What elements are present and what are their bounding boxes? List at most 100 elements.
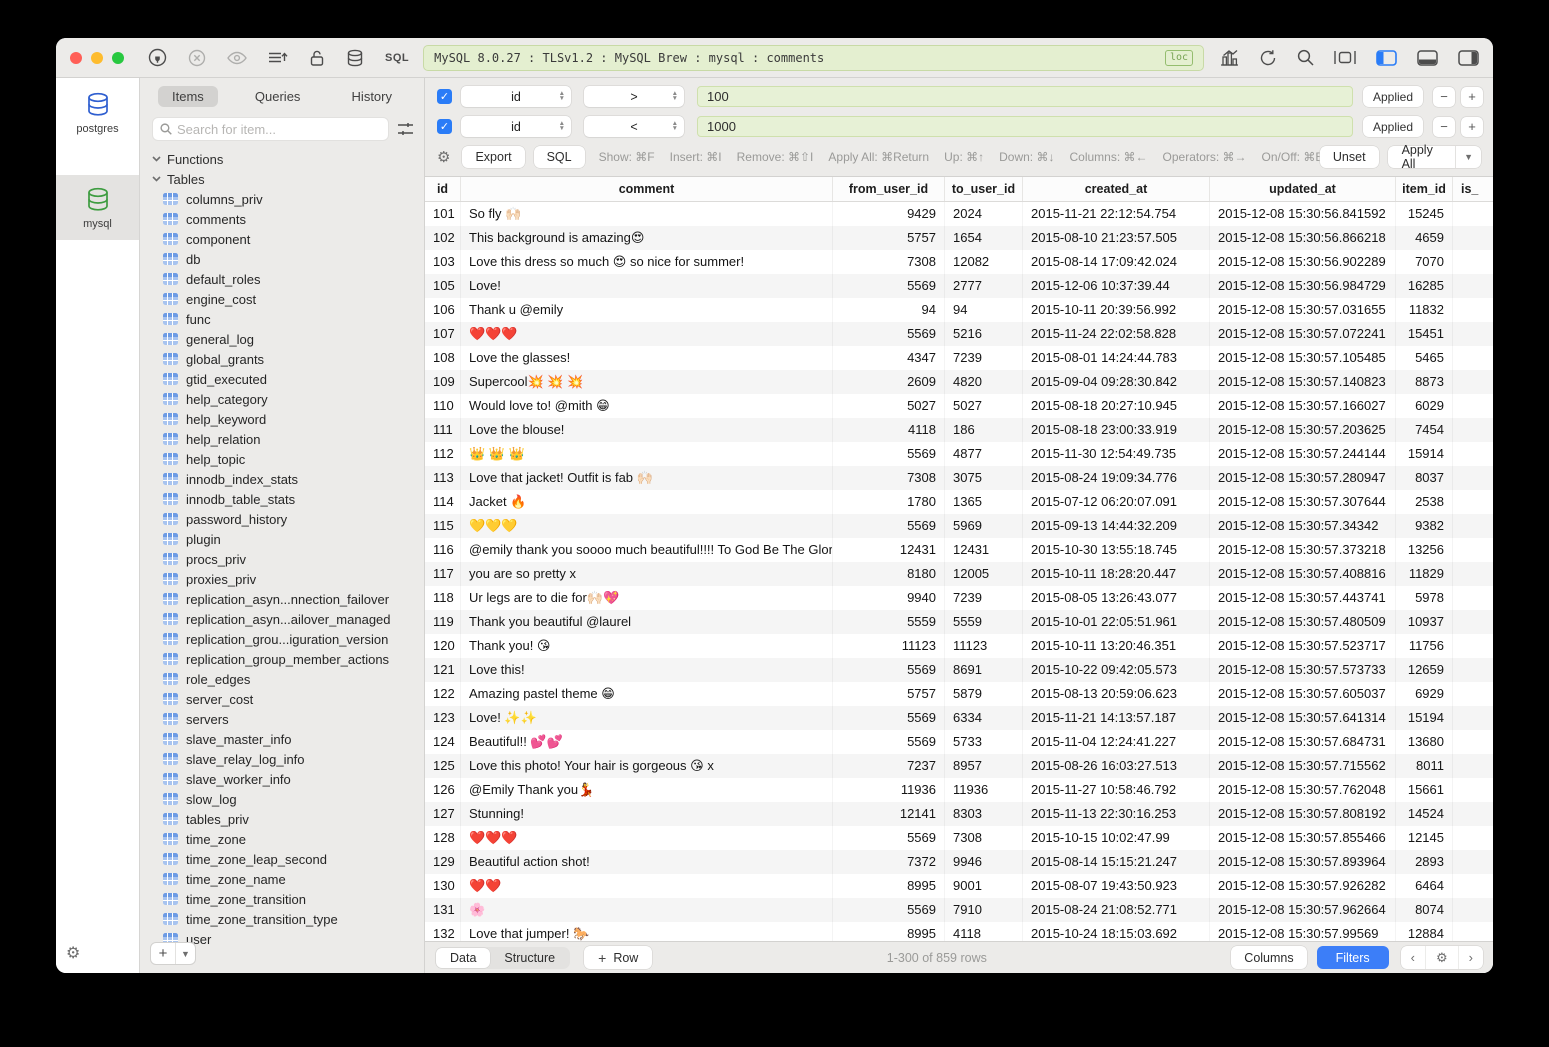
cell-updated-at[interactable]: 2015-12-08 15:30:57.280947 — [1210, 466, 1396, 490]
table-list-item[interactable]: help_topic — [140, 449, 424, 469]
cell-from-user-id[interactable]: 11936 — [833, 778, 945, 802]
tab-items[interactable]: Items — [158, 86, 218, 107]
tree-group-functions[interactable]: Functions — [140, 149, 424, 169]
table-list-item[interactable]: replication_grou...iguration_version — [140, 629, 424, 649]
table-row[interactable]: 110 Would love to! @mith 😁 5027 5027 201… — [425, 394, 1493, 418]
cell-from-user-id[interactable]: 5569 — [833, 442, 945, 466]
cell-from-user-id[interactable]: 5569 — [833, 274, 945, 298]
cell-item-id[interactable]: 7070 — [1396, 250, 1453, 274]
cell-updated-at[interactable]: 2015-12-08 15:30:57.307644 — [1210, 490, 1396, 514]
table-list-item[interactable]: slave_master_info — [140, 729, 424, 749]
cell-comment[interactable]: Beautiful!! 💕💕 — [461, 730, 833, 754]
cell-created-at[interactable]: 2015-08-18 23:00:33.919 — [1023, 418, 1210, 442]
table-row[interactable]: 118 Ur legs are to die for🙌🏻💖 9940 7239 … — [425, 586, 1493, 610]
column-header[interactable]: comment — [461, 177, 833, 201]
cell-is[interactable] — [1453, 610, 1493, 634]
cell-updated-at[interactable]: 2015-12-08 15:30:57.762048 — [1210, 778, 1396, 802]
cell-updated-at[interactable]: 2015-12-08 15:30:56.984729 — [1210, 274, 1396, 298]
cell-item-id[interactable]: 15451 — [1396, 322, 1453, 346]
column-header[interactable]: to_user_id — [945, 177, 1023, 201]
apply-all-dropdown-icon[interactable]: ▼ — [1455, 146, 1481, 168]
cell-created-at[interactable]: 2015-11-24 22:02:58.828 — [1023, 322, 1210, 346]
cell-id[interactable]: 121 — [425, 658, 461, 682]
table-list-item[interactable]: columns_priv — [140, 189, 424, 209]
table-row[interactable]: 128 ❤️❤️❤️ 5569 7308 2015-10-15 10:02:47… — [425, 826, 1493, 850]
table-row[interactable]: 106 Thank u @emily 94 94 2015-10-11 20:3… — [425, 298, 1493, 322]
cell-id[interactable]: 123 — [425, 706, 461, 730]
cell-item-id[interactable]: 11829 — [1396, 562, 1453, 586]
tree-group-tables[interactable]: Tables — [140, 169, 424, 189]
cell-is[interactable] — [1453, 442, 1493, 466]
cell-comment[interactable]: Would love to! @mith 😁 — [461, 394, 833, 418]
cell-created-at[interactable]: 2015-09-04 09:28:30.842 — [1023, 370, 1210, 394]
cell-from-user-id[interactable]: 12141 — [833, 802, 945, 826]
table-list-item[interactable]: time_zone_transition_type — [140, 909, 424, 929]
cell-is[interactable] — [1453, 658, 1493, 682]
table-row[interactable]: 132 Love that jumper! 🐎 8995 4118 2015-1… — [425, 922, 1493, 941]
cell-comment[interactable]: Love! ✨✨ — [461, 706, 833, 730]
cell-created-at[interactable]: 2015-08-24 21:08:52.771 — [1023, 898, 1210, 922]
cell-updated-at[interactable]: 2015-12-08 15:30:57.855466 — [1210, 826, 1396, 850]
cell-to-user-id[interactable]: 11123 — [945, 634, 1023, 658]
cell-id[interactable]: 115 — [425, 514, 461, 538]
cell-id[interactable]: 116 — [425, 538, 461, 562]
cell-updated-at[interactable]: 2015-12-08 15:30:57.443741 — [1210, 586, 1396, 610]
cell-created-at[interactable]: 2015-11-13 22:30:16.253 — [1023, 802, 1210, 826]
cell-is[interactable] — [1453, 586, 1493, 610]
cell-to-user-id[interactable]: 4877 — [945, 442, 1023, 466]
cell-is[interactable] — [1453, 754, 1493, 778]
column-header[interactable]: id — [425, 177, 461, 201]
cell-updated-at[interactable]: 2015-12-08 15:30:57.573733 — [1210, 658, 1396, 682]
cell-to-user-id[interactable]: 7910 — [945, 898, 1023, 922]
cell-created-at[interactable]: 2015-10-22 09:42:05.573 — [1023, 658, 1210, 682]
export-button[interactable]: Export — [462, 146, 524, 168]
table-list-item[interactable]: default_roles — [140, 269, 424, 289]
cell-to-user-id[interactable]: 1654 — [945, 226, 1023, 250]
cell-from-user-id[interactable]: 5569 — [833, 706, 945, 730]
cell-item-id[interactable]: 15914 — [1396, 442, 1453, 466]
cell-comment[interactable]: Ur legs are to die for🙌🏻💖 — [461, 586, 833, 610]
cell-comment[interactable]: Thank you! 😘 — [461, 634, 833, 658]
cell-from-user-id[interactable]: 8995 — [833, 874, 945, 898]
cell-item-id[interactable]: 12884 — [1396, 922, 1453, 941]
cell-created-at[interactable]: 2015-07-12 06:20:07.091 — [1023, 490, 1210, 514]
cell-to-user-id[interactable]: 9001 — [945, 874, 1023, 898]
cell-created-at[interactable]: 2015-10-11 20:39:56.992 — [1023, 298, 1210, 322]
table-row[interactable]: 122 Amazing pastel theme 😁 5757 5879 201… — [425, 682, 1493, 706]
cell-id[interactable]: 106 — [425, 298, 461, 322]
cell-is[interactable] — [1453, 730, 1493, 754]
cell-id[interactable]: 122 — [425, 682, 461, 706]
cell-created-at[interactable]: 2015-08-10 21:23:57.505 — [1023, 226, 1210, 250]
cell-from-user-id[interactable]: 5569 — [833, 514, 945, 538]
table-list-item[interactable]: servers — [140, 709, 424, 729]
table-list-item[interactable]: slave_relay_log_info — [140, 749, 424, 769]
cell-id[interactable]: 103 — [425, 250, 461, 274]
cell-from-user-id[interactable]: 9429 — [833, 202, 945, 226]
cell-item-id[interactable]: 13256 — [1396, 538, 1453, 562]
filter-column-select[interactable]: id ▲▼ — [461, 116, 571, 137]
sql-button[interactable]: SQL — [534, 146, 585, 168]
column-header[interactable]: updated_at — [1210, 177, 1396, 201]
cell-to-user-id[interactable]: 5969 — [945, 514, 1023, 538]
table-list-item[interactable]: db — [140, 249, 424, 269]
table-row[interactable]: 109 Supercool💥 💥 💥 2609 4820 2015-09-04 … — [425, 370, 1493, 394]
cell-comment[interactable]: Love this! — [461, 658, 833, 682]
cell-from-user-id[interactable]: 11123 — [833, 634, 945, 658]
cell-id[interactable]: 129 — [425, 850, 461, 874]
tab-history[interactable]: History — [338, 86, 406, 107]
cell-item-id[interactable]: 12659 — [1396, 658, 1453, 682]
close-window-button[interactable] — [70, 52, 82, 64]
filter-applied-button[interactable]: Applied — [1363, 116, 1423, 137]
cell-item-id[interactable]: 13680 — [1396, 730, 1453, 754]
cell-comment[interactable]: So fly 🙌🏻 — [461, 202, 833, 226]
cell-id[interactable]: 118 — [425, 586, 461, 610]
data-tab[interactable]: Data — [436, 948, 490, 968]
table-row[interactable]: 131 🌸 5569 7910 2015-08-24 21:08:52.771 … — [425, 898, 1493, 922]
table-row[interactable]: 129 Beautiful action shot! 7372 9946 201… — [425, 850, 1493, 874]
cell-updated-at[interactable]: 2015-12-08 15:30:57.962664 — [1210, 898, 1396, 922]
search-input[interactable] — [177, 122, 381, 137]
cell-to-user-id[interactable]: 7239 — [945, 346, 1023, 370]
cell-item-id[interactable]: 6464 — [1396, 874, 1453, 898]
cell-created-at[interactable]: 2015-08-26 16:03:27.513 — [1023, 754, 1210, 778]
cell-to-user-id[interactable]: 5559 — [945, 610, 1023, 634]
